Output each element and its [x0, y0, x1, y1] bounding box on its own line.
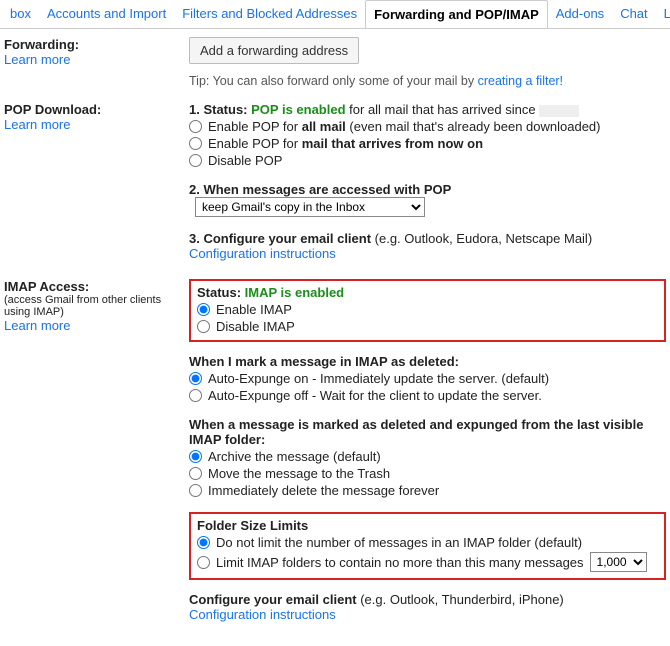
- tab-inbox[interactable]: box: [2, 0, 39, 28]
- imap-deleted-block: When I mark a message in IMAP as deleted…: [189, 354, 666, 403]
- imap-status-value: IMAP is enabled: [245, 285, 344, 300]
- forwarding-tip: Tip: You can also forward only some of y…: [189, 74, 666, 88]
- imap-deleted-heading: When I mark a message in IMAP as deleted…: [189, 354, 666, 369]
- imap-configure-prefix: Configure your email client: [189, 592, 357, 607]
- imap-learn-more-link[interactable]: Learn more: [4, 318, 70, 333]
- pop-access-block: 2. When messages are accessed with POP k…: [189, 182, 666, 217]
- imap-expunge-on-radio[interactable]: [189, 372, 202, 385]
- imap-fsl-limit-label: Limit IMAP folders to contain no more th…: [216, 555, 584, 570]
- imap-configure-suffix: (e.g. Outlook, Thunderbird, iPhone): [357, 592, 564, 607]
- tab-addons[interactable]: Add-ons: [548, 0, 612, 28]
- imap-fsl-heading: Folder Size Limits: [197, 518, 658, 533]
- tab-chat[interactable]: Chat: [612, 0, 655, 28]
- imap-config-instructions-link[interactable]: Configuration instructions: [189, 607, 336, 622]
- imap-enable-radio[interactable]: [197, 303, 210, 316]
- imap-configure-block: Configure your email client (e.g. Outloo…: [189, 592, 666, 622]
- imap-folder-limits-highlight: Folder Size Limits Do not limit the numb…: [189, 512, 666, 580]
- pop-enable-all-radio[interactable]: [189, 120, 202, 133]
- imap-status-highlight: Status: IMAP is enabled Enable IMAP Disa…: [189, 279, 666, 342]
- imap-trash-radio[interactable]: [189, 467, 202, 480]
- pop-learn-more-link[interactable]: Learn more: [4, 117, 70, 132]
- pop-enable-now-label: Enable POP for mail that arrives from no…: [208, 136, 483, 151]
- imap-expunged-block: When a message is marked as deleted and …: [189, 417, 666, 498]
- pop-heading: POP Download:: [4, 102, 183, 117]
- pop-configure-block: 3. Configure your email client (e.g. Out…: [189, 231, 666, 261]
- imap-status-prefix: Status:: [197, 285, 245, 300]
- pop-access-heading: 2. When messages are accessed with POP: [189, 182, 451, 197]
- imap-expunged-heading: When a message is marked as deleted and …: [189, 417, 666, 447]
- imap-fsl-nolimit-label: Do not limit the number of messages in a…: [216, 535, 582, 550]
- tab-accounts-import[interactable]: Accounts and Import: [39, 0, 174, 28]
- pop-enable-all-label: Enable POP for all mail (even mail that'…: [208, 119, 601, 134]
- forwarding-learn-more-link[interactable]: Learn more: [4, 52, 70, 67]
- tab-forwarding-pop-imap[interactable]: Forwarding and POP/IMAP: [365, 0, 548, 29]
- settings-tabs: box Accounts and Import Filters and Bloc…: [0, 0, 670, 29]
- imap-section: IMAP Access: (access Gmail from other cl…: [4, 279, 666, 622]
- create-filter-link[interactable]: creating a filter!: [478, 74, 563, 88]
- imap-enable-label: Enable IMAP: [216, 302, 292, 317]
- imap-fsl-limit-radio[interactable]: [197, 556, 210, 569]
- pop-disable-radio[interactable]: [189, 154, 202, 167]
- imap-expunge-on-label: Auto-Expunge on - Immediately update the…: [208, 371, 549, 386]
- imap-archive-radio[interactable]: [189, 450, 202, 463]
- settings-content: Forwarding: Learn more Add a forwarding …: [0, 29, 670, 646]
- pop-config-instructions-link[interactable]: Configuration instructions: [189, 246, 336, 261]
- imap-fsl-limit-select[interactable]: 1,000: [590, 552, 647, 572]
- imap-expunge-off-label: Auto-Expunge off - Wait for the client t…: [208, 388, 542, 403]
- imap-disable-label: Disable IMAP: [216, 319, 295, 334]
- pop-status-block: 1. Status: POP is enabled for all mail t…: [189, 102, 666, 168]
- imap-disable-radio[interactable]: [197, 320, 210, 333]
- forwarding-heading: Forwarding:: [4, 37, 183, 52]
- imap-fsl-nolimit-radio[interactable]: [197, 536, 210, 549]
- imap-heading: IMAP Access:: [4, 279, 183, 294]
- imap-archive-label: Archive the message (default): [208, 449, 381, 464]
- pop-configure-prefix: 3. Configure your email client: [189, 231, 371, 246]
- add-forwarding-address-button[interactable]: Add a forwarding address: [189, 37, 359, 64]
- pop-status-value: POP is enabled: [251, 102, 345, 117]
- pop-status-suffix: for all mail that has arrived since: [346, 102, 540, 117]
- tab-labs[interactable]: Labs: [656, 0, 670, 28]
- imap-trash-label: Move the message to the Trash: [208, 466, 390, 481]
- pop-status-prefix: 1. Status:: [189, 102, 251, 117]
- imap-expunge-off-radio[interactable]: [189, 389, 202, 402]
- forwarding-tip-text: Tip: You can also forward only some of y…: [189, 74, 478, 88]
- imap-subheading: (access Gmail from other clients using I…: [4, 294, 183, 318]
- pop-access-select[interactable]: keep Gmail's copy in the Inbox: [195, 197, 425, 217]
- pop-section: POP Download: Learn more 1. Status: POP …: [4, 102, 666, 265]
- pop-since-redacted: [539, 105, 579, 117]
- imap-forever-radio[interactable]: [189, 484, 202, 497]
- pop-enable-now-radio[interactable]: [189, 137, 202, 150]
- pop-configure-suffix: (e.g. Outlook, Eudora, Netscape Mail): [371, 231, 592, 246]
- tab-filters[interactable]: Filters and Blocked Addresses: [174, 0, 365, 28]
- pop-disable-label: Disable POP: [208, 153, 282, 168]
- forwarding-section: Forwarding: Learn more Add a forwarding …: [4, 37, 666, 88]
- imap-forever-label: Immediately delete the message forever: [208, 483, 439, 498]
